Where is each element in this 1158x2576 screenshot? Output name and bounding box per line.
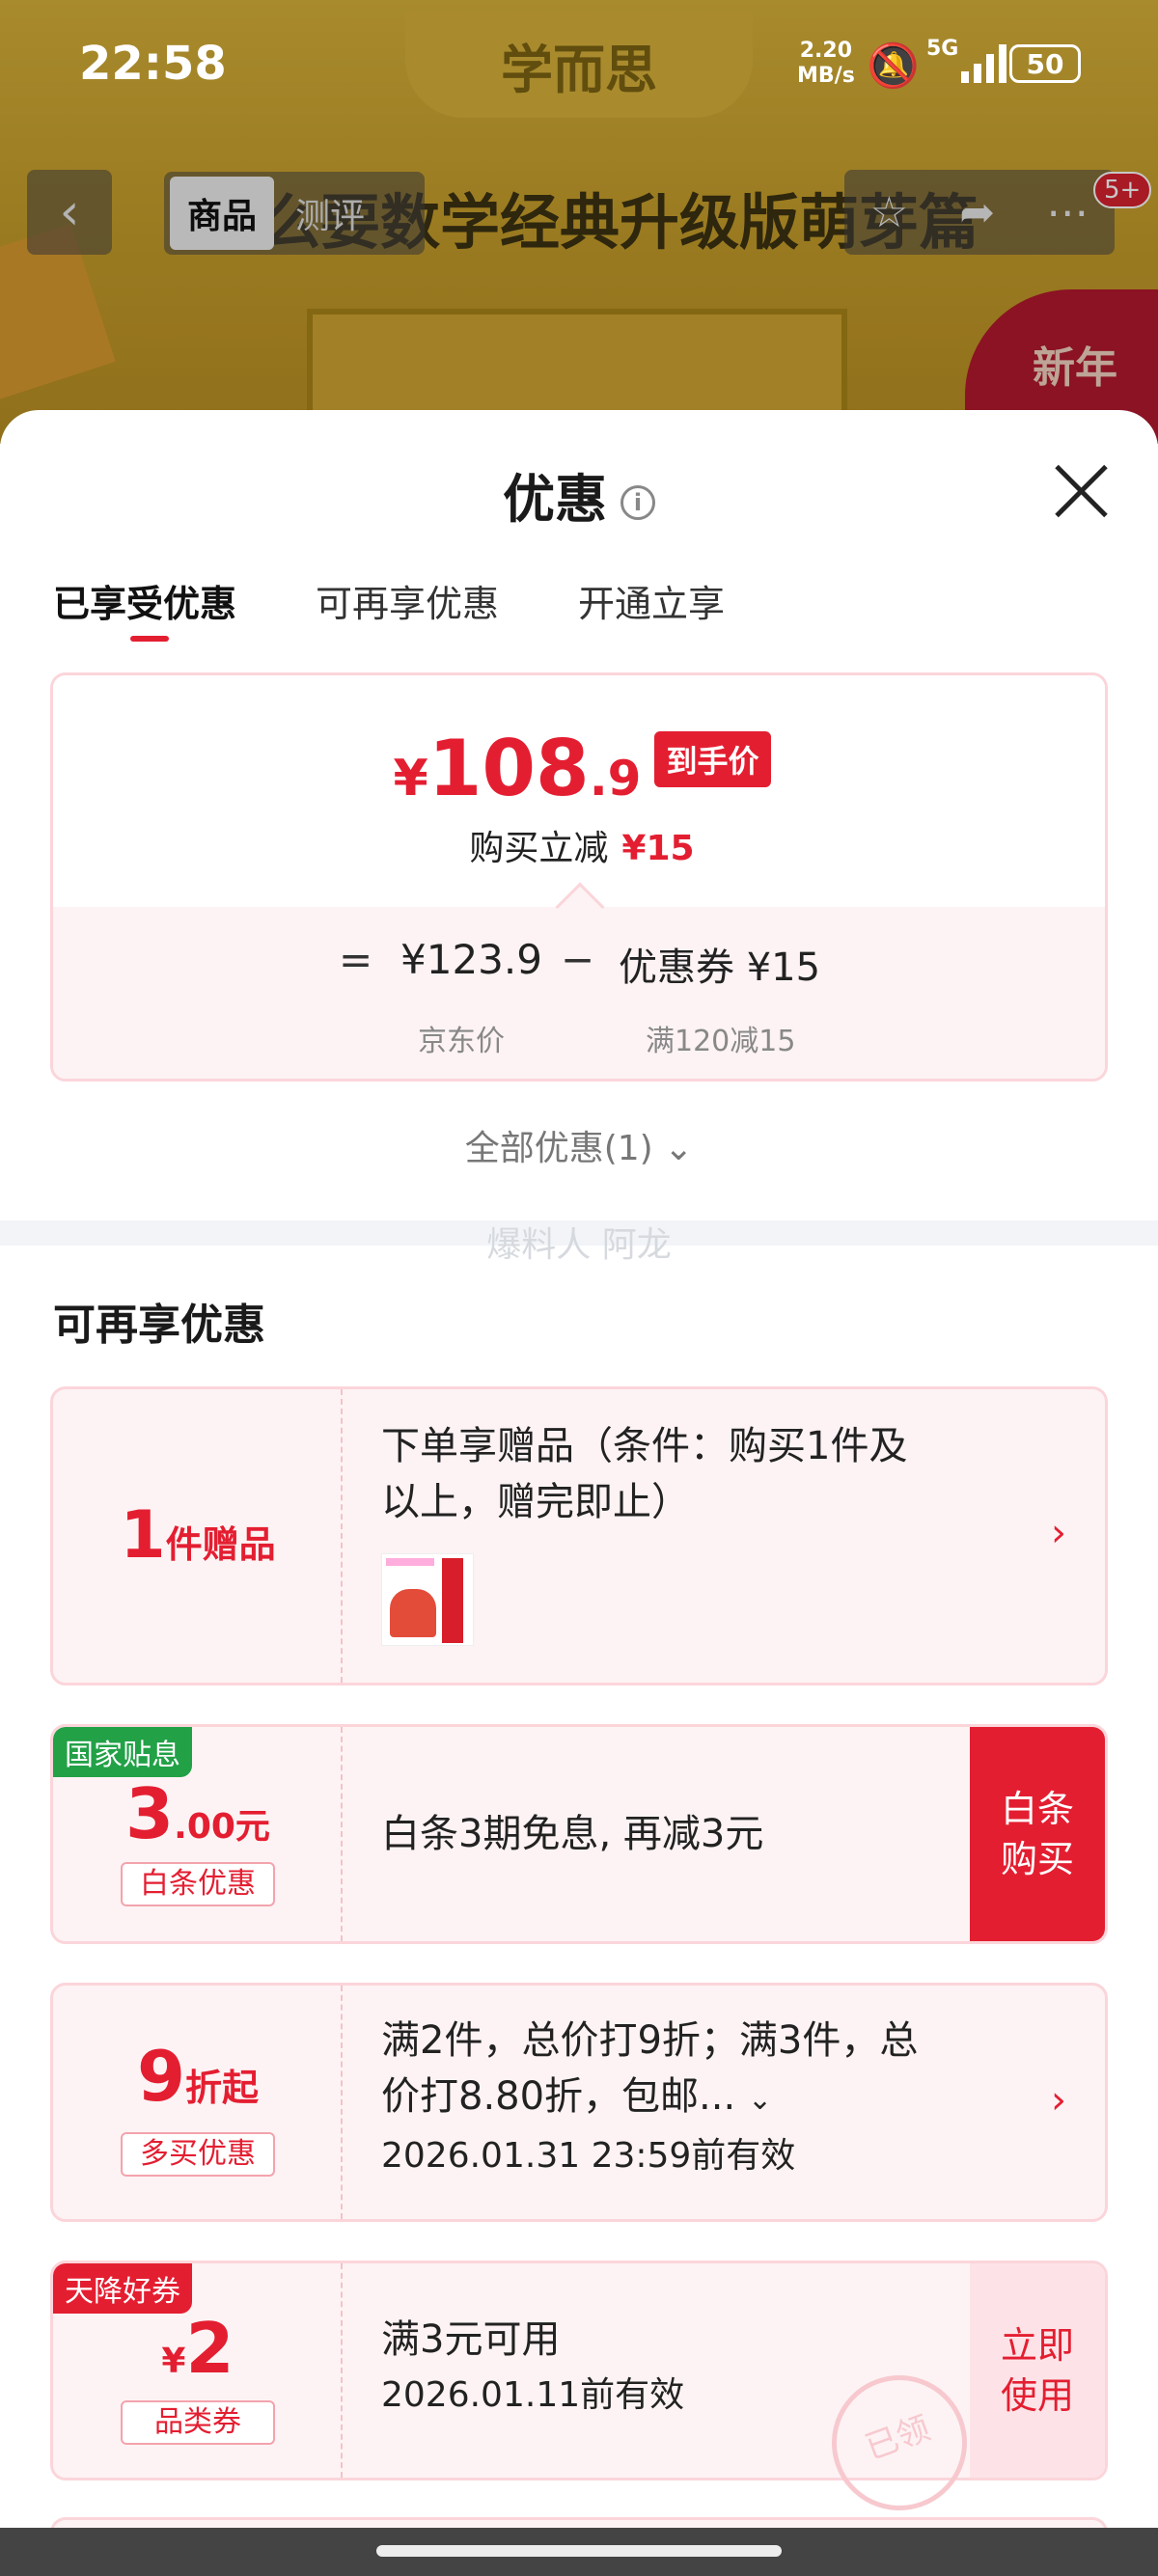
- tab-enjoyed[interactable]: 已享受优惠: [53, 574, 236, 642]
- jd-price: ¥123.9: [400, 936, 542, 983]
- use-now-button[interactable]: 立即 使用: [970, 2263, 1105, 2478]
- offer-description: 满3元可用 2026.01.11前有效: [381, 2312, 684, 2424]
- battery-icon: 50: [1009, 44, 1081, 83]
- offer-value-panel: 9折起 多买优惠: [53, 1986, 343, 2219]
- sheet-title-text: 优惠: [503, 469, 607, 530]
- price-summary-card: ¥108.9 到手价 购买立减 ¥15 = ¥123.9 − 优惠券 ¥15 京东价…: [50, 672, 1108, 1082]
- jd-price-label: 京东价: [418, 1025, 505, 1058]
- offer-description: 下单享赠品（条件：购买1件及 以上，赠完即止）: [381, 1418, 907, 1530]
- offer-validity: 2026.01.31 23:59前有效: [381, 2136, 796, 2176]
- tab-more-available[interactable]: 可再享优惠: [316, 574, 499, 627]
- offer-description: 白条3期免息, 再减3元: [381, 1812, 764, 1856]
- offer-value: 9折起: [53, 2036, 343, 2117]
- expand-chevron-icon[interactable]: ⌄: [748, 2083, 772, 2117]
- currency-symbol: ¥: [393, 750, 428, 808]
- info-icon[interactable]: i: [620, 485, 655, 521]
- final-price-tag: 到手价: [654, 731, 771, 787]
- discount-decimal: .00元: [174, 1807, 270, 1847]
- status-time: 22:58: [79, 37, 227, 91]
- discount-unit: 折起: [185, 2067, 260, 2109]
- home-gesture-handle[interactable]: [376, 2545, 782, 2557]
- all-offers-toggle[interactable]: 全部优惠(1) ⌄: [0, 1120, 1158, 1170]
- price-integer: 108: [427, 724, 590, 813]
- final-price: ¥108.9 到手价: [53, 724, 1105, 813]
- tab-activate[interactable]: 开通立享: [578, 574, 725, 627]
- gift-count: 1: [120, 1497, 166, 1574]
- system-nav-bar: [0, 2528, 1158, 2576]
- currency-symbol: ¥: [161, 2342, 186, 2381]
- cta-line2: 使用: [1000, 2374, 1074, 2417]
- all-offers-label: 全部优惠(1): [464, 1129, 653, 1168]
- offer-desc-line1: 下单享赠品（条件：购买1件及: [381, 1424, 908, 1468]
- chevron-right-icon[interactable]: ›: [1051, 1511, 1066, 1555]
- corner-tag: 国家贴息: [53, 1727, 192, 1777]
- offer-card-gift[interactable]: 1件赠品 下单享赠品（条件：购买1件及 以上，赠完即止） ›: [50, 1386, 1108, 1685]
- offer-value: 1件赠品: [53, 1497, 343, 1574]
- coupon-value: 2: [185, 2308, 234, 2389]
- signal-icon: [961, 42, 1006, 83]
- offer-description: 满2件，总价打9折；满3件，总 价打8.80折，包邮... ⌄ 2026.01.…: [381, 2013, 918, 2184]
- network-speed: 2.20 MB/s: [797, 39, 855, 89]
- equals-sign: =: [339, 936, 373, 983]
- price-breakdown: = ¥123.9 − 优惠券 ¥15 京东价 满120减15: [53, 882, 1105, 1079]
- offer-type-pill: 品类券: [121, 2400, 275, 2445]
- speed-unit: MB/s: [797, 64, 855, 88]
- offer-validity: 2026.01.11前有效: [381, 2375, 685, 2415]
- offer-card-multibuy[interactable]: 9折起 多买优惠 满2件，总价打9折；满3件，总 价打8.80折，包邮... ⌄…: [50, 1983, 1108, 2222]
- instant-reduction: 购买立减 ¥15: [53, 820, 1105, 870]
- cta-line1: 白条: [1000, 1788, 1074, 1830]
- baitiao-buy-button[interactable]: 白条 购买: [970, 1727, 1105, 1941]
- mute-bell-icon: 🔕: [867, 41, 920, 91]
- close-icon[interactable]: [1050, 460, 1112, 522]
- reduce-label: 购买立减: [469, 829, 609, 868]
- offer-desc-line2: 以上，赠完即止）: [381, 1480, 690, 1524]
- offer-type-pill: 多买优惠: [121, 2132, 275, 2177]
- chevron-down-icon: ⌄: [664, 1129, 694, 1168]
- discount-tabs: 已享受优惠 可再享优惠 开通立享: [53, 574, 725, 642]
- discount-number: 9: [136, 2036, 186, 2117]
- offer-card-baitiao[interactable]: 3.00元 白条优惠 国家贴息 白条3期免息, 再减3元 白条 购买: [50, 1724, 1108, 1944]
- cta-line2: 购买: [1000, 1838, 1074, 1880]
- section-title: 可再享优惠: [53, 1301, 265, 1350]
- coupon-condition: 满3元可用: [381, 2317, 561, 2362]
- offer-value: ¥2: [53, 2308, 343, 2389]
- gift-unit: 件赠品: [165, 1523, 276, 1566]
- sheet-title: 优惠 i: [0, 456, 1158, 533]
- price-decimal: .9: [589, 751, 642, 807]
- offer-desc-line1: 满2件，总价打9折；满3件，总: [381, 2018, 919, 2063]
- cta-line1: 立即: [1000, 2324, 1074, 2367]
- watermark: 爆料人 阿龙: [486, 1225, 672, 1265]
- discount-sheet: 优惠 i 已享受优惠 可再享优惠 开通立享 ¥108.9 到手价 购买立减 ¥15 =…: [0, 410, 1158, 2576]
- offer-type-pill: 白条优惠: [121, 1862, 275, 1906]
- gift-product-thumbnail[interactable]: [381, 1553, 474, 1646]
- minus-sign: −: [561, 936, 595, 983]
- discount-integer: 3: [125, 1773, 175, 1854]
- coupon-amount: 优惠券 ¥15: [619, 945, 821, 990]
- offer-value-panel: 1件赠品: [53, 1389, 343, 1683]
- status-bar: 22:58 2.20 MB/s 🔕 5G 50: [0, 0, 1158, 135]
- speed-value: 2.20: [799, 39, 853, 63]
- offer-desc-line2: 价打8.80折，包邮...: [381, 2074, 736, 2119]
- reduce-value: ¥15: [621, 829, 695, 868]
- corner-tag: 天降好券: [53, 2263, 192, 2314]
- chevron-right-icon[interactable]: ›: [1051, 2078, 1066, 2123]
- network-type: 5G: [926, 37, 959, 61]
- offer-value: 3.00元: [53, 1773, 343, 1854]
- coupon-condition: 满120减15: [646, 1025, 796, 1058]
- battery-level: 50: [1026, 47, 1064, 80]
